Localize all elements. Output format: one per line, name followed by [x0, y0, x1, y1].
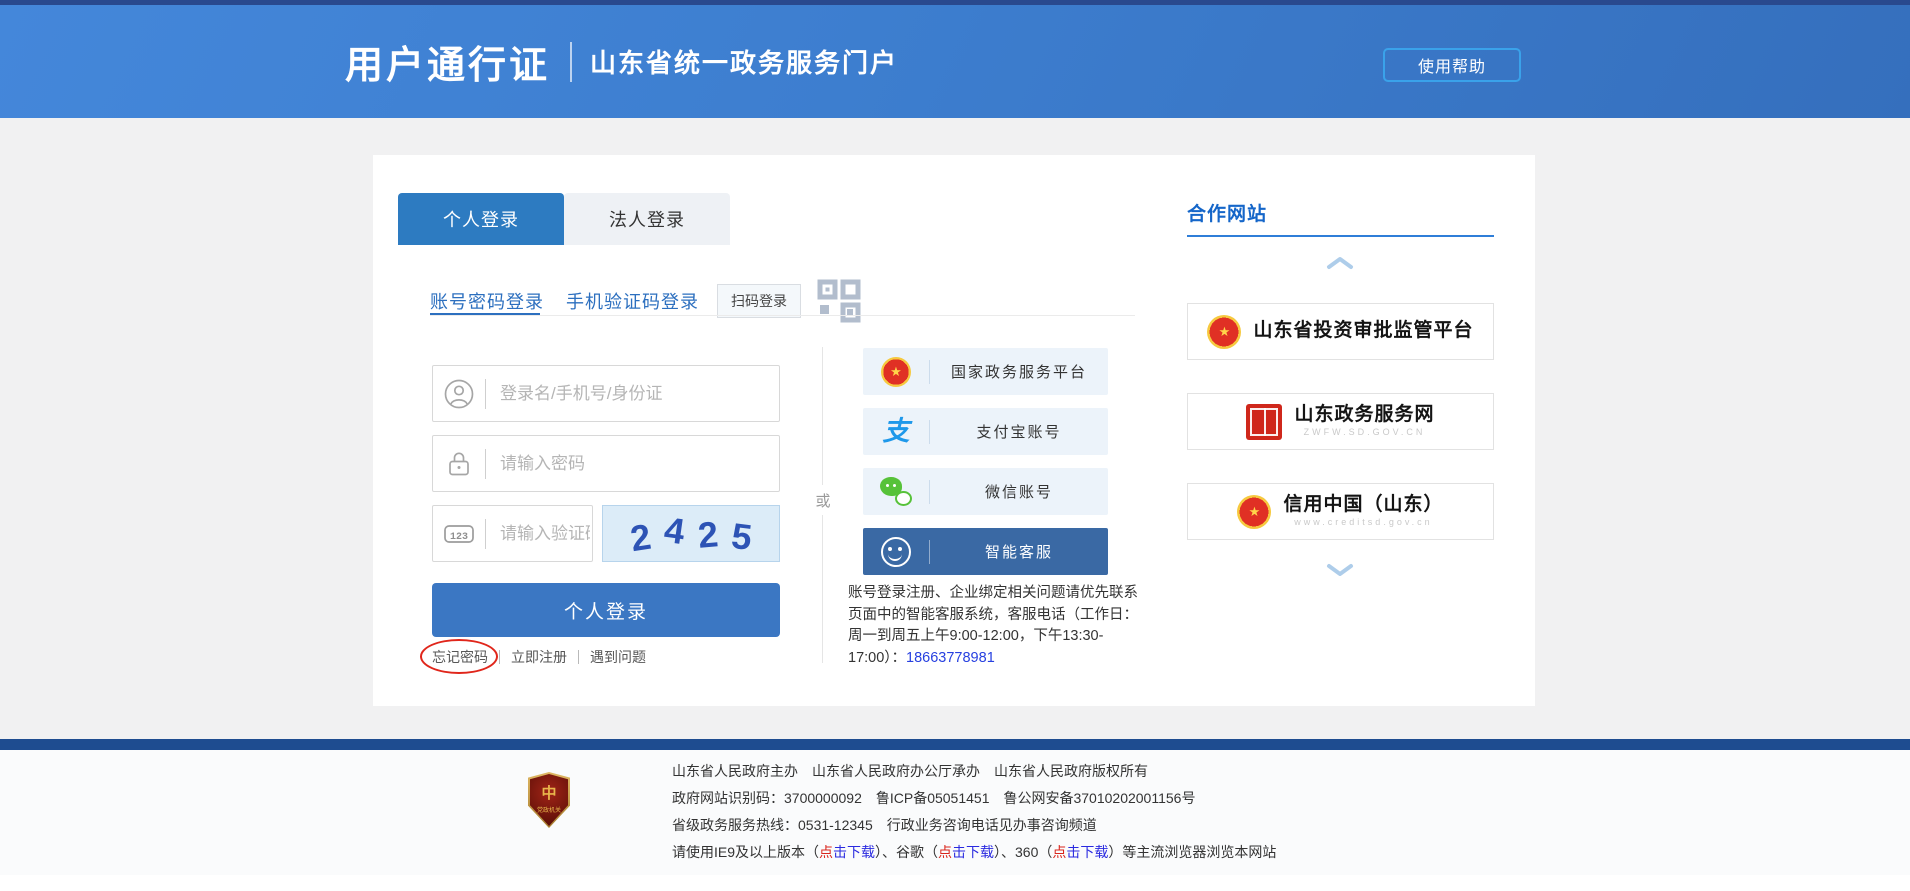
personal-login-button[interactable]: 个人登录: [432, 583, 780, 637]
service-notice: 账号登录注册、企业绑定相关问题请优先联系页面中的智能客服系统，客服电话（工作日：…: [848, 583, 1144, 669]
tab-corporate-login[interactable]: 法人登录: [564, 193, 730, 245]
captcha-image[interactable]: 2425: [602, 505, 780, 562]
national-emblem-icon: ★: [881, 357, 911, 387]
username-field: [432, 365, 780, 422]
page-title: 用户通行证: [345, 34, 550, 89]
problems-link[interactable]: 遇到问题: [590, 647, 646, 667]
field-divider: [485, 519, 486, 549]
method-sms-code[interactable]: 手机验证码登录: [566, 288, 699, 314]
scroll-down-button[interactable]: [1325, 563, 1355, 578]
footer-line-3: 省级政务服务热线：0531-12345 行政业务咨询电话见办事咨询频道: [672, 812, 1276, 839]
national-emblem-icon: ★: [1207, 315, 1241, 349]
captcha-field: 123: [432, 505, 593, 562]
badge-label: 党政机关: [537, 805, 561, 814]
register-link[interactable]: 立即注册: [511, 647, 567, 667]
national-platform-login-button[interactable]: ★ 国家政务服务平台: [863, 348, 1108, 395]
footer-line-1: 山东省人民政府主办 山东省人民政府办公厅承办 山东省人民政府版权所有: [672, 758, 1276, 785]
footer-text-block: 山东省人民政府主办 山东省人民政府办公厅承办 山东省人民政府版权所有 政府网站识…: [672, 758, 1276, 866]
lock-icon: [433, 448, 485, 480]
chrome-download-link[interactable]: 点击下载: [938, 844, 994, 860]
method-qr-login[interactable]: 扫码登录: [717, 284, 801, 318]
smart-service-label: 智能客服: [930, 541, 1108, 562]
chevron-up-icon: [1325, 255, 1355, 270]
link-separator: [578, 650, 579, 664]
wechat-login-button[interactable]: 微信账号: [863, 468, 1108, 515]
alipay-login-button[interactable]: 支 支付宝账号: [863, 408, 1108, 455]
red-seal-icon: [1246, 404, 1282, 440]
field-divider: [485, 379, 486, 409]
alipay-label: 支付宝账号: [930, 421, 1108, 442]
scroll-up-button[interactable]: [1325, 255, 1355, 270]
wechat-label: 微信账号: [930, 481, 1108, 502]
partner-name: 信用中国（山东）: [1283, 495, 1443, 516]
or-label: 或: [807, 485, 839, 515]
login-card: 个人登录 法人登录 账号密码登录 手机验证码登录 扫码登录: [373, 155, 1535, 706]
login-methods-row: 账号密码登录 手机验证码登录 扫码登录: [430, 279, 861, 323]
footer-line-2: 政府网站识别码：3700000092 鲁ICP备05051451 鲁公网安备37…: [672, 785, 1276, 812]
smart-service-button[interactable]: 智能客服: [863, 528, 1108, 575]
customer-service-icon: [881, 537, 911, 567]
header-title-group: 用户通行证 山东省统一政务服务门户: [345, 5, 898, 118]
captcha-input[interactable]: [498, 523, 592, 545]
footer-line-4: 请使用IE9及以上版本（点击下载）、谷歌（点击下载）、360（点击下载）等主流浏…: [672, 839, 1276, 866]
partner-sites-title: 合作网站: [1187, 199, 1267, 226]
helper-links-row: 忘记密码 立即注册 遇到问题: [432, 647, 646, 667]
svg-text:123: 123: [450, 532, 468, 543]
forgot-password-link[interactable]: 忘记密码: [432, 647, 488, 667]
chevron-down-icon: [1325, 563, 1355, 578]
page-subtitle: 山东省统一政务服务门户: [590, 43, 898, 80]
link-separator: [499, 650, 500, 664]
partner-url: ZWFW.SD.GOV.CN: [1304, 428, 1426, 438]
tab-personal-login[interactable]: 个人登录: [398, 193, 564, 245]
field-divider: [485, 449, 486, 479]
header-banner: 用户通行证 山东省统一政务服务门户 使用帮助: [0, 5, 1910, 118]
qr-code-icon[interactable]: [817, 279, 861, 323]
footer-divider-bar: [0, 739, 1910, 750]
method-divider-line: [430, 315, 1135, 316]
title-divider: [570, 42, 572, 82]
service-phone-link[interactable]: 18663778981: [906, 650, 995, 666]
partner-url: www.creditsd.gov.cn: [1294, 518, 1432, 528]
main-background: 个人登录 法人登录 账号密码登录 手机验证码登录 扫码登录: [0, 118, 1910, 739]
partner-card-zwfw[interactable]: 山东政务服务网 ZWFW.SD.GOV.CN: [1187, 393, 1494, 450]
partner-card-investment-platform[interactable]: ★ 山东省投资审批监管平台: [1187, 303, 1494, 360]
method-account-password[interactable]: 账号密码登录: [430, 288, 544, 314]
username-input[interactable]: [498, 383, 779, 405]
ie-download-link[interactable]: 点击下载: [819, 844, 875, 860]
captcha-code: 2425: [623, 513, 759, 555]
password-field: [432, 435, 780, 492]
password-input[interactable]: [498, 453, 779, 475]
alipay-icon: 支: [883, 418, 910, 445]
third-party-login-column: ★ 国家政务服务平台 支 支付宝账号 微信账号: [863, 348, 1108, 588]
national-emblem-icon: ★: [1237, 495, 1271, 529]
360-download-link[interactable]: 点击下载: [1052, 844, 1108, 860]
forgot-password-label: 忘记密码: [432, 649, 488, 665]
captcha-numeric-icon: 123: [433, 518, 485, 550]
national-platform-label: 国家政务服务平台: [930, 361, 1108, 382]
footer: 中 党政机关 山东省人民政府主办 山东省人民政府办公厅承办 山东省人民政府版权所…: [0, 750, 1910, 875]
partner-title-underline: [1187, 235, 1494, 237]
wechat-icon: [880, 477, 912, 506]
partner-name: 山东省投资审批监管平台: [1253, 321, 1473, 342]
partner-card-credit-china[interactable]: ★ 信用中国（山东） www.creditsd.gov.cn: [1187, 483, 1494, 540]
help-button[interactable]: 使用帮助: [1383, 48, 1521, 82]
government-badge-icon: 中 党政机关: [528, 772, 570, 828]
user-icon: [433, 378, 485, 410]
partner-name: 山东政务服务网: [1294, 405, 1434, 426]
